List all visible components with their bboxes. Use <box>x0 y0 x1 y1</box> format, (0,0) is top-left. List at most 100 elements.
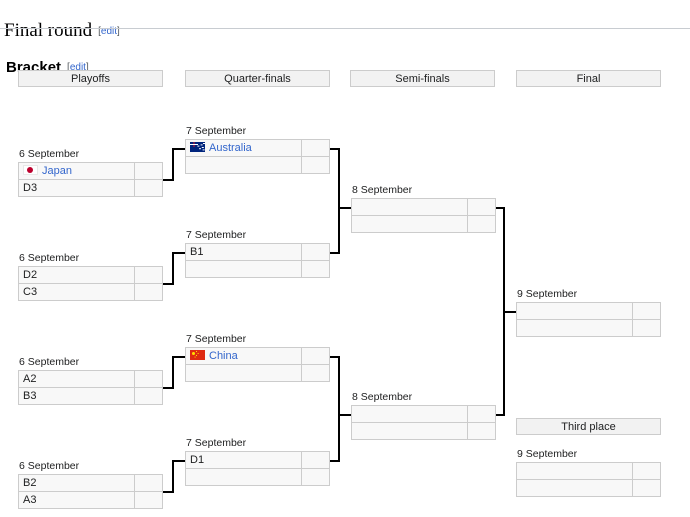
team-score-cell <box>302 140 329 156</box>
match-quarter-1[interactable]: 7 September Australia <box>185 125 330 175</box>
team-name-cell: A2 <box>19 371 135 387</box>
team-score-cell <box>302 157 329 173</box>
match-row-team1[interactable] <box>516 462 661 480</box>
match-final[interactable]: 9 September <box>516 288 661 338</box>
team-name-cell <box>186 157 302 173</box>
match-semi-1[interactable]: 8 September <box>351 184 496 234</box>
connector-p3-riser <box>172 356 174 389</box>
match-date: 9 September <box>517 448 578 460</box>
team-name-cell <box>352 199 468 215</box>
match-semi-2[interactable]: 8 September <box>351 391 496 441</box>
team-name-cell <box>517 320 633 336</box>
match-row-team1[interactable]: D1 <box>185 451 330 469</box>
match-row-team2[interactable] <box>516 479 661 497</box>
third-place-header: Third place <box>516 418 661 435</box>
match-row-team2[interactable]: C3 <box>18 283 163 301</box>
team-name-cell: B2 <box>19 475 135 491</box>
team-score-cell <box>302 452 329 468</box>
team-score-cell <box>135 163 162 179</box>
round-header-semi-finals: Semi-finals <box>350 70 495 87</box>
team-score-cell <box>135 284 162 300</box>
team-score-cell <box>135 492 162 508</box>
match-row-team2[interactable] <box>351 422 496 440</box>
china-flag-icon <box>190 350 205 360</box>
team-score-cell <box>135 475 162 491</box>
match-row-team1[interactable]: D2 <box>18 266 163 284</box>
team-name-cell <box>186 261 302 277</box>
match-third-place[interactable]: 9 September <box>516 448 661 498</box>
team-score-cell <box>633 463 660 479</box>
match-playoff-1[interactable]: 6 September Japan D3 <box>18 148 163 198</box>
match-date: 9 September <box>517 288 578 300</box>
connector-p1-riser <box>172 148 174 181</box>
team-name-cell <box>186 469 302 485</box>
team-score-cell <box>302 244 329 260</box>
team-name-cell: C3 <box>19 284 135 300</box>
connector-sf2-in <box>338 414 352 416</box>
team-score-cell <box>633 480 660 496</box>
match-row-team1[interactable]: Japan <box>18 162 163 180</box>
connector-qf2-in <box>172 252 186 254</box>
team-name-cell <box>517 463 633 479</box>
round-header-quarter-finals: Quarter-finals <box>185 70 330 87</box>
match-row-team1[interactable]: B2 <box>18 474 163 492</box>
match-row-team2[interactable] <box>185 260 330 278</box>
team-name-cell <box>186 365 302 381</box>
team-name-cell: A3 <box>19 492 135 508</box>
team-name-cell: Japan <box>19 163 135 179</box>
match-row-team1[interactable]: Australia <box>185 139 330 157</box>
match-row-team1[interactable] <box>351 198 496 216</box>
connector-qf1-in <box>172 148 186 150</box>
team-name-cell: D1 <box>186 452 302 468</box>
page-title-text: Final round <box>4 19 93 41</box>
team-score-cell <box>633 320 660 336</box>
match-row-team1[interactable]: B1 <box>185 243 330 261</box>
team-name-cell: B1 <box>186 244 302 260</box>
team-score-cell <box>302 348 329 364</box>
match-row-team1[interactable]: China <box>185 347 330 365</box>
connector-final-in <box>503 311 517 313</box>
team-score-cell <box>135 388 162 404</box>
team-score-cell <box>135 180 162 196</box>
match-playoff-4[interactable]: 6 September B2 A3 <box>18 460 163 510</box>
match-date: 6 September <box>19 356 80 368</box>
match-quarter-3[interactable]: 7 September China <box>185 333 330 383</box>
connector-p4-riser <box>172 460 174 493</box>
match-playoff-3[interactable]: 6 September A2 B3 <box>18 356 163 406</box>
match-row-team2[interactable] <box>516 319 661 337</box>
team-name-cell <box>517 480 633 496</box>
team-score-cell <box>302 261 329 277</box>
match-date: 6 September <box>19 148 80 160</box>
match-quarter-4[interactable]: 7 September D1 <box>185 437 330 487</box>
match-date: 7 September <box>186 333 247 345</box>
match-row-team2[interactable]: A3 <box>18 491 163 509</box>
heading-divider <box>0 28 690 29</box>
team-score-cell <box>468 423 495 439</box>
australia-flag-icon <box>190 142 205 152</box>
connector-sf1-bridge <box>338 148 340 254</box>
match-row-team2[interactable] <box>185 364 330 382</box>
match-date: 6 September <box>19 460 80 472</box>
match-playoff-2[interactable]: 6 September D2 C3 <box>18 252 163 302</box>
match-row-team1[interactable] <box>351 405 496 423</box>
team-name[interactable]: China <box>209 350 238 362</box>
team-name[interactable]: Australia <box>209 142 252 154</box>
connector-qf4-in <box>172 460 186 462</box>
match-row-team2[interactable]: B3 <box>18 387 163 405</box>
match-date: 6 September <box>19 252 80 264</box>
match-row-team2[interactable]: D3 <box>18 179 163 197</box>
connector-qf3-in <box>172 356 186 358</box>
match-row-team1[interactable] <box>516 302 661 320</box>
team-score-cell <box>468 216 495 232</box>
team-name-cell: Australia <box>186 140 302 156</box>
match-row-team2[interactable] <box>185 468 330 486</box>
team-score-cell <box>135 371 162 387</box>
match-row-team2[interactable] <box>185 156 330 174</box>
connector-sf1-in <box>338 207 352 209</box>
team-score-cell <box>302 469 329 485</box>
match-row-team1[interactable]: A2 <box>18 370 163 388</box>
match-quarter-2[interactable]: 7 September B1 <box>185 229 330 279</box>
team-name[interactable]: Japan <box>42 165 72 177</box>
team-name-cell <box>517 303 633 319</box>
match-row-team2[interactable] <box>351 215 496 233</box>
